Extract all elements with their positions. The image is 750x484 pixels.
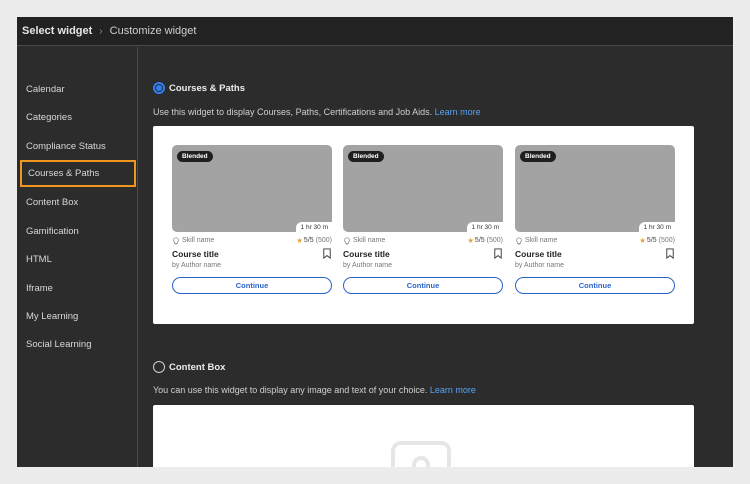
lightbulb-icon [344, 236, 350, 245]
image-placeholder-icon [391, 441, 451, 467]
rating-count: (500) [658, 237, 675, 244]
sidebar-item-gamification[interactable]: Gamification [20, 219, 136, 243]
course-rating: ★ 5/5 (500) [467, 236, 503, 245]
course-title: Course title [515, 248, 562, 259]
course-card: Blended 1 hr 30 m Skill name ★ 5/5 (500) [343, 145, 503, 294]
bookmark-icon[interactable] [322, 248, 332, 259]
star-icon: ★ [639, 236, 646, 245]
content-box-preview [153, 405, 694, 467]
content-box-radio[interactable] [153, 361, 165, 373]
sidebar-item-my-learning[interactable]: My Learning [20, 304, 136, 328]
course-card: Blended 1 hr 30 m Skill name ★ 5/5 (500) [515, 145, 675, 294]
skill-name: Skill name [525, 237, 558, 244]
courses-paths-description: Use this widget to display Courses, Path… [153, 107, 481, 117]
breadcrumb-select-widget[interactable]: Select widget [22, 25, 92, 37]
continue-button[interactable]: Continue [343, 277, 503, 294]
content-box-option[interactable]: Content Box [153, 361, 225, 373]
sidebar-item-iframe[interactable]: Iframe [20, 276, 136, 300]
bookmark-icon[interactable] [665, 248, 675, 259]
courses-paths-preview: Blended 1 hr 30 m Skill name ★ 5/5 (500) [153, 126, 694, 324]
course-duration: 1 hr 30 m [295, 222, 332, 232]
lightbulb-icon [173, 236, 179, 245]
continue-button[interactable]: Continue [172, 277, 332, 294]
skill-info: Skill name [515, 236, 558, 245]
star-icon: ★ [296, 236, 303, 245]
skill-info: Skill name [172, 236, 215, 245]
rating-count: (500) [486, 237, 503, 244]
bookmark-icon[interactable] [493, 248, 503, 259]
sidebar-item-compliance-status[interactable]: Compliance Status [20, 134, 136, 158]
chevron-right-icon: › [99, 25, 103, 37]
rating-count: (500) [315, 237, 332, 244]
star-icon: ★ [467, 236, 474, 245]
course-title: Course title [172, 248, 219, 259]
sidebar-item-social-learning[interactable]: Social Learning [20, 332, 136, 356]
sidebar-item-calendar[interactable]: Calendar [20, 77, 136, 101]
sidebar-item-content-box[interactable]: Content Box [20, 190, 136, 214]
course-title: Course title [343, 248, 390, 259]
skill-info: Skill name [343, 236, 386, 245]
courses-paths-learn-more-link[interactable]: Learn more [435, 107, 481, 117]
skill-name: Skill name [353, 237, 386, 244]
course-type-badge: Blended [520, 151, 556, 162]
course-duration: 1 hr 30 m [466, 222, 503, 232]
continue-button[interactable]: Continue [515, 277, 675, 294]
sidebar-item-html[interactable]: HTML [20, 247, 136, 271]
widget-dialog: Select widget › Customize widget Calenda… [17, 17, 733, 467]
course-thumbnail[interactable]: Blended 1 hr 30 m [172, 145, 332, 232]
sidebar-item-courses-paths[interactable]: Courses & Paths [20, 160, 136, 187]
course-author: by Author name [172, 262, 222, 269]
course-rating: ★ 5/5 (500) [639, 236, 675, 245]
course-type-badge: Blended [177, 151, 213, 162]
courses-paths-label: Courses & Paths [169, 82, 246, 94]
courses-paths-radio[interactable] [153, 82, 165, 94]
course-author: by Author name [343, 262, 393, 269]
breadcrumb-customize-widget[interactable]: Customize widget [110, 25, 197, 37]
content-box-learn-more-link[interactable]: Learn more [430, 385, 476, 395]
courses-paths-option[interactable]: Courses & Paths [153, 82, 245, 94]
rating-value: 5/5 [303, 237, 314, 244]
course-duration: 1 hr 30 m [638, 222, 675, 232]
course-thumbnail[interactable]: Blended 1 hr 30 m [515, 145, 675, 232]
sidebar-item-categories[interactable]: Categories [20, 105, 136, 129]
skill-name: Skill name [182, 237, 215, 244]
course-author: by Author name [515, 262, 565, 269]
course-card: Blended 1 hr 30 m Skill name ★ 5/5 (500) [172, 145, 332, 294]
rating-value: 5/5 [646, 237, 657, 244]
course-thumbnail[interactable]: Blended 1 hr 30 m [343, 145, 503, 232]
widget-sidebar: Calendar Categories Compliance Status Co… [17, 47, 138, 467]
content-box-description: You can use this widget to display any i… [153, 385, 476, 395]
courses-paths-description-text: Use this widget to display Courses, Path… [153, 107, 433, 117]
content-box-description-text: You can use this widget to display any i… [153, 385, 428, 395]
widget-main: Courses & Paths Use this widget to displ… [139, 47, 733, 467]
course-rating: ★ 5/5 (500) [296, 236, 332, 245]
rating-value: 5/5 [474, 237, 485, 244]
breadcrumb: Select widget › Customize widget [17, 17, 733, 46]
content-box-label: Content Box [169, 361, 226, 373]
lightbulb-icon [516, 236, 522, 245]
course-type-badge: Blended [348, 151, 384, 162]
